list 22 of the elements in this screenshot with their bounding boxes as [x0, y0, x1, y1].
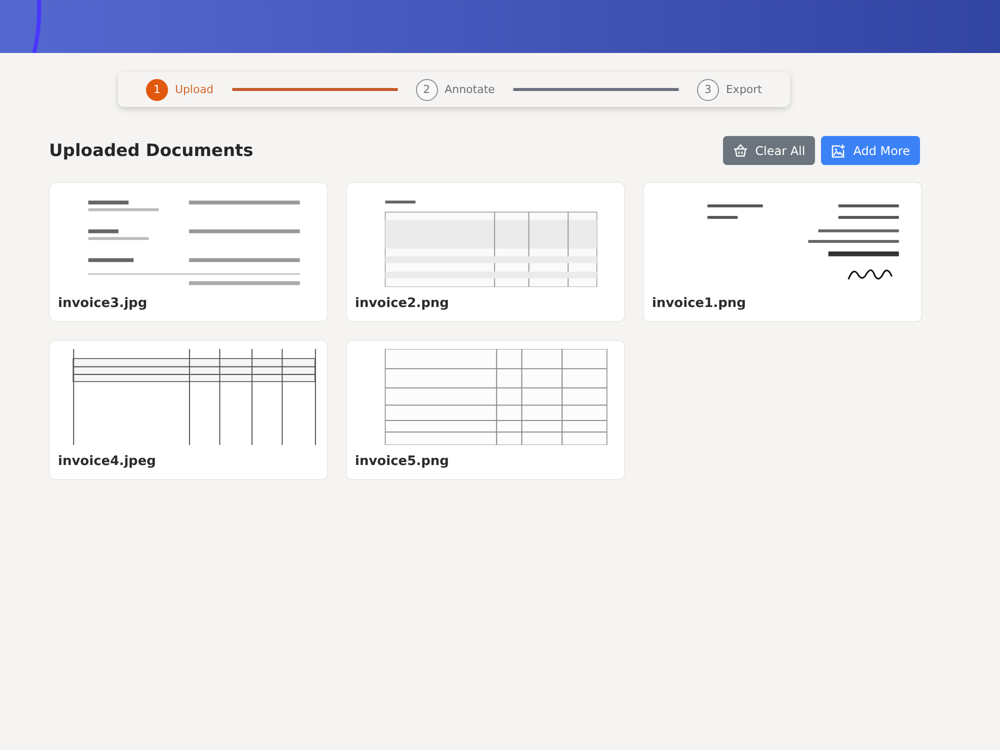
add-more-button[interactable]: Add More	[821, 136, 920, 165]
file-name: invoice2.png	[355, 296, 450, 311]
step-number[interactable]: 3	[696, 78, 719, 100]
document-card[interactable]: invoice5.png	[346, 340, 625, 480]
clear-all-button[interactable]: Clear All	[723, 136, 816, 165]
file-name: invoice4.jpeg	[58, 454, 157, 469]
step-label[interactable]: Export	[726, 83, 762, 96]
section-title: Uploaded Documents	[49, 140, 254, 160]
arc-drawing	[32, 0, 42, 53]
document-card[interactable]: invoice1.png	[643, 182, 922, 322]
file-name: invoice5.png	[355, 454, 450, 469]
file-name: invoice3.jpg	[58, 296, 148, 311]
step-label[interactable]: Upload	[175, 83, 214, 96]
step-label[interactable]: Annotate	[444, 83, 495, 96]
document-card[interactable]: invoice2.png	[346, 182, 625, 322]
document-card[interactable]: invoice4.jpeg	[49, 340, 328, 480]
file-name: invoice1.png	[652, 296, 747, 311]
step-number[interactable]: 1	[146, 78, 168, 100]
step-number[interactable]: 2	[416, 78, 438, 100]
document-card[interactable]: invoice3.jpg	[49, 182, 328, 322]
add-image-icon	[831, 144, 846, 158]
basket-icon	[733, 144, 748, 157]
